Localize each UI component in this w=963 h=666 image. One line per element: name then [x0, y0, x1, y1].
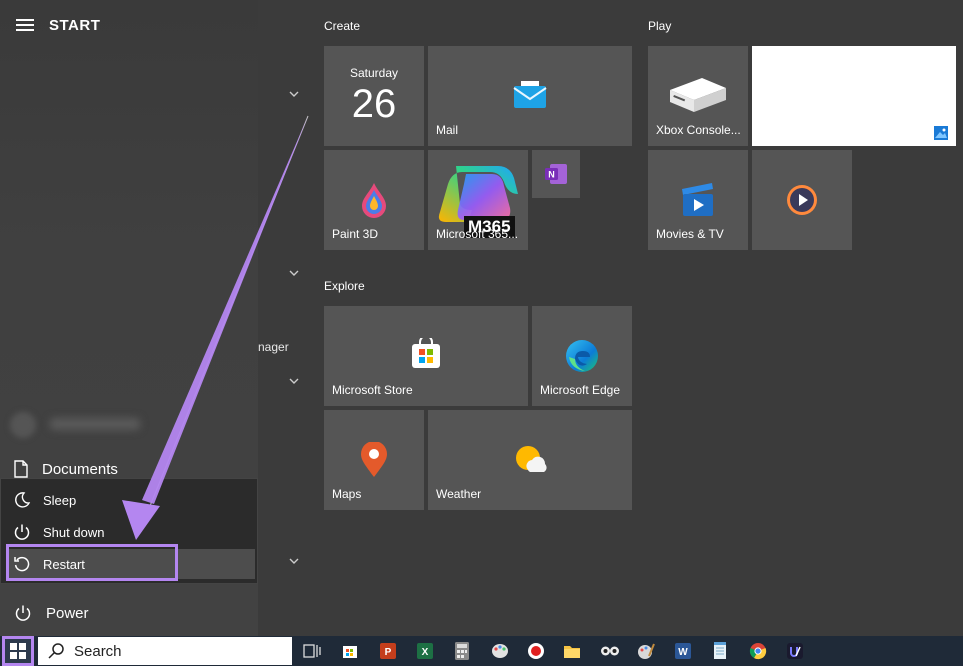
- microsoft-edge-label: Microsoft Edge: [540, 383, 621, 397]
- microsoft-365-label: Microsoft 365...: [436, 227, 519, 241]
- file-explorer-icon[interactable]: [562, 641, 582, 661]
- movies-tv-icon: [682, 183, 713, 216]
- store-taskbar-icon[interactable]: [340, 641, 360, 661]
- paint-3d-tile[interactable]: Paint 3D: [324, 150, 424, 250]
- svg-text:P: P: [385, 647, 392, 658]
- microsoft-edge-icon: [566, 340, 598, 372]
- power-label: Power: [46, 604, 89, 622]
- svg-text:N: N: [548, 170, 555, 180]
- microsoft-store-tile[interactable]: Microsoft Store: [324, 306, 528, 406]
- media-player-icon: [787, 185, 817, 215]
- chevron-down-icon[interactable]: [287, 376, 301, 386]
- weather-tile[interactable]: Weather: [428, 410, 632, 510]
- mail-label: Mail: [436, 123, 459, 137]
- excel-icon[interactable]: X: [415, 641, 435, 661]
- movies-tv-label: Movies & TV: [656, 227, 724, 241]
- start-title: START: [49, 17, 101, 34]
- calendar-weekday: Saturday: [349, 66, 399, 80]
- chevron-down-icon[interactable]: [287, 268, 301, 278]
- word-icon[interactable]: W: [673, 641, 693, 661]
- hamburger-menu-icon[interactable]: [16, 19, 34, 31]
- xbox-console-tile[interactable]: Xbox Console...: [648, 46, 748, 146]
- onenote-icon: N: [545, 164, 567, 184]
- notepad-icon[interactable]: [710, 641, 730, 661]
- app-taskbar-icon[interactable]: [785, 641, 805, 661]
- sleep-option[interactable]: Sleep: [13, 491, 76, 509]
- user-account-blurred[interactable]: [10, 410, 140, 438]
- windows-logo-icon: [10, 643, 26, 659]
- documents-label: Documents: [42, 460, 118, 478]
- chevron-down-icon[interactable]: [287, 556, 301, 566]
- xbox-console-icon: [670, 78, 726, 112]
- calendar-day: 26: [351, 82, 397, 126]
- mail-tile[interactable]: Mail: [428, 46, 632, 146]
- power-icon: [14, 524, 30, 540]
- app-list-overflow: [258, 0, 310, 636]
- calendar-tile[interactable]: Saturday 26: [324, 46, 424, 146]
- group-title-play: Play: [648, 19, 672, 33]
- group-title-explore: Explore: [324, 279, 365, 293]
- document-icon: [14, 460, 28, 478]
- xbox-console-label: Xbox Console...: [656, 123, 741, 137]
- weather-label: Weather: [436, 487, 482, 501]
- microsoft-edge-tile[interactable]: Microsoft Edge: [532, 306, 632, 406]
- documents-item[interactable]: Documents: [14, 460, 118, 478]
- onenote-tile[interactable]: N: [532, 150, 580, 198]
- power-item[interactable]: Power: [14, 604, 89, 622]
- search-label: Search: [74, 642, 122, 660]
- microsoft-store-icon: [412, 338, 440, 368]
- power-icon: [15, 605, 31, 621]
- taskbar: Search P X W: [0, 636, 963, 666]
- blurred-username: [50, 418, 140, 430]
- calculator-icon[interactable]: [452, 641, 472, 661]
- paint-3d-label: Paint 3D: [332, 227, 379, 241]
- chevron-down-icon[interactable]: [287, 89, 301, 99]
- svg-text:W: W: [678, 647, 688, 658]
- moon-icon: [15, 492, 31, 508]
- photos-live-tile[interactable]: [752, 46, 956, 146]
- maps-tile[interactable]: Maps: [324, 410, 424, 510]
- shut-down-option[interactable]: Shut down: [13, 523, 104, 541]
- task-view-icon[interactable]: [302, 641, 322, 661]
- mail-icon: [513, 81, 547, 108]
- group-title-create: Create: [324, 19, 361, 33]
- screen-record-icon[interactable]: [526, 641, 546, 661]
- paint-brush-icon[interactable]: [636, 641, 656, 661]
- chrome-icon[interactable]: [748, 641, 768, 661]
- maps-label: Maps: [332, 487, 362, 501]
- maps-pin-icon: [361, 442, 387, 477]
- search-icon: [48, 643, 64, 659]
- tripadvisor-owl-icon[interactable]: [600, 641, 620, 661]
- restart-highlight-box: [6, 544, 178, 581]
- weather-sun-cloud-icon: [516, 446, 547, 472]
- start-button[interactable]: [2, 636, 34, 666]
- paint-icon[interactable]: [490, 641, 510, 661]
- sleep-label: Sleep: [43, 492, 77, 508]
- microsoft-store-label: Microsoft Store: [332, 383, 413, 397]
- shut-down-label: Shut down: [43, 524, 105, 540]
- media-player-tile[interactable]: [752, 150, 852, 250]
- movies-tv-tile[interactable]: Movies & TV: [648, 150, 748, 250]
- app-list-partial-label: nager: [258, 340, 289, 354]
- taskbar-search-box[interactable]: Search: [38, 637, 292, 665]
- avatar: [10, 412, 36, 438]
- powerpoint-icon[interactable]: P: [378, 641, 398, 661]
- svg-text:X: X: [422, 647, 429, 658]
- paint-3d-icon: [362, 183, 386, 218]
- microsoft-365-tile[interactable]: M365 Microsoft 365...: [428, 150, 528, 250]
- photos-icon: [934, 126, 948, 140]
